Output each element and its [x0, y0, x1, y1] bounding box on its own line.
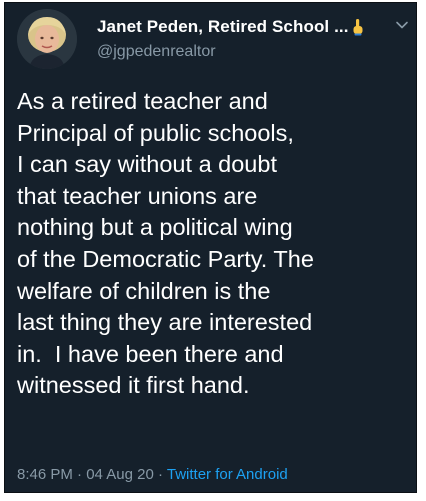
meta-separator: · [153, 466, 167, 483]
tweet-text-line: Principal of public schools, [17, 119, 294, 146]
meta-separator: · [72, 466, 87, 483]
tweet-text-line: of the Democratic Party. The [17, 245, 314, 272]
avatar[interactable] [17, 9, 77, 69]
name-row[interactable]: Janet Peden, Retired School ... [97, 15, 397, 39]
tweet-text-line: last thing they are interested [17, 309, 313, 336]
tweet-card: Janet Peden, Retired School ... @jgpeden… [4, 2, 417, 493]
display-name[interactable]: Janet Peden, Retired School ... [97, 17, 349, 37]
chevron-down-icon[interactable] [393, 16, 411, 34]
user-handle[interactable]: @jgpedenrealtor [97, 43, 216, 61]
tweet-text-line: I can say without a doubt [17, 151, 277, 178]
tweet-text: As a retired teacher and Principal of pu… [17, 86, 412, 402]
tweet-text-line: welfare of children is the [17, 277, 271, 304]
tweet-date[interactable]: 04 Aug 20 [86, 466, 154, 483]
tweet-text-line: witnessed it first hand. [17, 372, 250, 399]
pointing-finger-icon [351, 18, 365, 36]
tweet-text-line: nothing but a political wing [17, 214, 293, 241]
tweet-text-line: in. I have been there and [17, 340, 284, 367]
screenshot-frame: Janet Peden, Retired School ... @jgpeden… [0, 0, 426, 501]
avatar-photo [17, 9, 77, 69]
tweet-time[interactable]: 8:46 PM [17, 466, 73, 483]
tweet-text-line: that teacher unions are [17, 182, 258, 209]
tweet-meta: 8:46 PM · 04 Aug 20 · Twitter for Androi… [17, 466, 288, 483]
tweet-text-line: As a retired teacher and [17, 88, 268, 114]
tweet-source-link[interactable]: Twitter for Android [167, 466, 288, 483]
